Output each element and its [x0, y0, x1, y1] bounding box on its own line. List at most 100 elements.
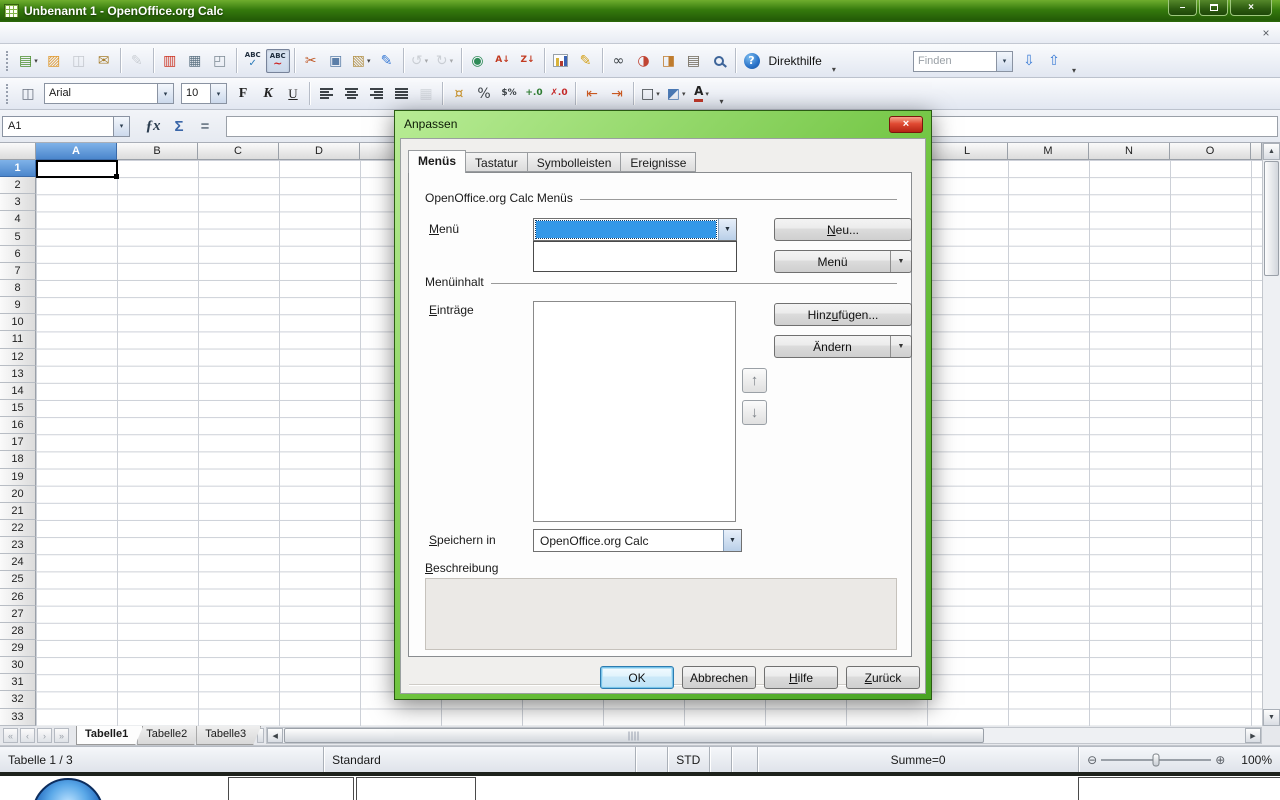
row-header-7[interactable]: 7: [0, 263, 36, 280]
sheet-tab-tabelle1[interactable]: Tabelle1: [76, 726, 143, 745]
row-header-8[interactable]: 8: [0, 280, 36, 297]
tab-symbolleisten[interactable]: Symbolleisten: [528, 152, 622, 172]
row-header-18[interactable]: 18: [0, 451, 36, 468]
new-document-icon-dropdown[interactable]: ▾: [34, 57, 38, 65]
function-wizard-icon[interactable]: ƒx: [140, 114, 166, 138]
bold-icon[interactable]: F: [231, 82, 255, 106]
find-input[interactable]: Finden▾: [913, 51, 1013, 72]
spellcheck-icon[interactable]: ABC: [241, 49, 265, 73]
zoom-out-icon[interactable]: ⊖: [1087, 753, 1097, 767]
paste-icon-dropdown[interactable]: ▾: [367, 57, 371, 65]
sheet-nav-first[interactable]: «: [3, 728, 18, 743]
column-header-A[interactable]: A: [36, 143, 117, 160]
add-decimal-icon[interactable]: +.0: [522, 82, 546, 106]
dialog-close-button[interactable]: ×: [889, 116, 923, 133]
paste-icon[interactable]: ▧▾: [349, 49, 374, 73]
background-color-icon[interactable]: ◩▾: [664, 82, 689, 106]
font-color-icon[interactable]: A▾: [690, 82, 714, 106]
taskbar-button[interactable]: [228, 777, 354, 800]
column-header-L[interactable]: L: [927, 143, 1008, 160]
find-previous-icon[interactable]: ⇧: [1042, 49, 1066, 73]
styles-icon[interactable]: ◫: [16, 82, 40, 106]
row-header-22[interactable]: 22: [0, 520, 36, 537]
ok-button[interactable]: OK: [600, 666, 674, 689]
zoom-in-icon[interactable]: ⊕: [1215, 753, 1225, 767]
formatting-toolbar-overflow[interactable]: ▾: [715, 78, 729, 109]
zoom-icon[interactable]: [707, 49, 731, 73]
draw-functions-icon[interactable]: ✎: [574, 49, 598, 73]
undo-icon-dropdown[interactable]: ▾: [425, 57, 429, 65]
column-header-M[interactable]: M: [1008, 143, 1089, 160]
row-header-31[interactable]: 31: [0, 674, 36, 691]
auto-spellcheck-icon[interactable]: ABC: [266, 49, 290, 73]
standard-format-icon[interactable]: $%: [497, 82, 521, 106]
column-header-C[interactable]: C: [198, 143, 279, 160]
move-down-button[interactable]: ↓: [742, 400, 767, 425]
row-header-19[interactable]: 19: [0, 469, 36, 486]
scroll-up-icon[interactable]: ▲: [1263, 143, 1280, 160]
standard-toolbar-grip[interactable]: [6, 51, 12, 71]
standard-toolbar-overflow[interactable]: ▾: [827, 44, 841, 77]
copy-icon[interactable]: ▣: [324, 49, 348, 73]
move-up-button[interactable]: ↑: [742, 368, 767, 393]
sum-display[interactable]: Summe=0: [758, 747, 1079, 772]
sort-ascending-icon[interactable]: A↓: [491, 49, 515, 73]
row-header-28[interactable]: 28: [0, 623, 36, 640]
scroll-right-icon[interactable]: ▶: [1245, 728, 1261, 743]
row-header-10[interactable]: 10: [0, 314, 36, 331]
email-icon[interactable]: ✉: [92, 49, 116, 73]
data-sources-icon[interactable]: ▤: [682, 49, 706, 73]
help-icon[interactable]: ?: [740, 49, 764, 73]
start-orb-icon[interactable]: [32, 778, 104, 800]
menu-button[interactable]: Menü ▼: [774, 250, 912, 273]
font-size-select-dropdown[interactable]: ▾: [210, 84, 226, 103]
add-button[interactable]: Hinzufügen...: [774, 303, 912, 326]
underline-icon[interactable]: U: [281, 82, 305, 106]
find-input-dropdown[interactable]: ▾: [996, 52, 1012, 71]
currency-icon[interactable]: ¤: [447, 82, 471, 106]
row-header-15[interactable]: 15: [0, 400, 36, 417]
row-header-26[interactable]: 26: [0, 589, 36, 606]
row-header-32[interactable]: 32: [0, 691, 36, 708]
formula-icon[interactable]: =: [192, 114, 218, 138]
row-header-12[interactable]: 12: [0, 349, 36, 366]
row-header-13[interactable]: 13: [0, 366, 36, 383]
horizontal-scrollbar[interactable]: ◀ ▶: [266, 727, 1262, 744]
row-header-21[interactable]: 21: [0, 503, 36, 520]
page-preview-icon[interactable]: ◰: [208, 49, 232, 73]
sort-descending-icon[interactable]: Z↓: [516, 49, 540, 73]
entries-listbox[interactable]: [533, 301, 736, 522]
background-color-icon-dropdown[interactable]: ▾: [682, 90, 686, 98]
page-style[interactable]: Standard: [324, 747, 636, 772]
row-header-3[interactable]: 3: [0, 194, 36, 211]
row-header-9[interactable]: 9: [0, 297, 36, 314]
row-header-11[interactable]: 11: [0, 331, 36, 348]
row-header-1[interactable]: 1: [0, 160, 36, 177]
scroll-left-icon[interactable]: ◀: [267, 728, 283, 743]
find-toolbar-overflow[interactable]: ▾: [1067, 44, 1081, 78]
tab-menus[interactable]: Menüs: [408, 150, 466, 173]
sheet-tab-tabelle3[interactable]: Tabelle3: [196, 726, 261, 745]
delete-decimal-icon[interactable]: ✗.0: [547, 82, 571, 106]
formatting-toolbar-grip[interactable]: [6, 84, 12, 104]
justify-icon[interactable]: [389, 82, 413, 106]
tab-ereignisse[interactable]: Ereignisse: [621, 152, 696, 172]
row-header-16[interactable]: 16: [0, 417, 36, 434]
row-header-6[interactable]: 6: [0, 246, 36, 263]
align-center-icon[interactable]: [339, 82, 363, 106]
cut-icon[interactable]: ✂: [299, 49, 323, 73]
menu-open-list[interactable]: [533, 241, 737, 272]
new-button[interactable]: Neu...: [774, 218, 912, 241]
row-header-30[interactable]: 30: [0, 657, 36, 674]
sheet-nav-last[interactable]: »: [54, 728, 69, 743]
row-header-20[interactable]: 20: [0, 486, 36, 503]
column-header-partial[interactable]: [1251, 143, 1262, 160]
select-all-corner[interactable]: [0, 143, 36, 160]
zoom-slider[interactable]: ⊖ ⊕: [1079, 747, 1233, 772]
save-in-select[interactable]: OpenOffice.org Calc ▼: [533, 529, 742, 552]
name-box[interactable]: A1 ▾: [2, 116, 130, 137]
sum-icon[interactable]: Σ: [166, 114, 192, 138]
close-button[interactable]: ×: [1230, 0, 1272, 16]
menu-button-dropdown[interactable]: ▼: [890, 251, 911, 272]
save-in-dropdown[interactable]: ▼: [723, 530, 741, 551]
